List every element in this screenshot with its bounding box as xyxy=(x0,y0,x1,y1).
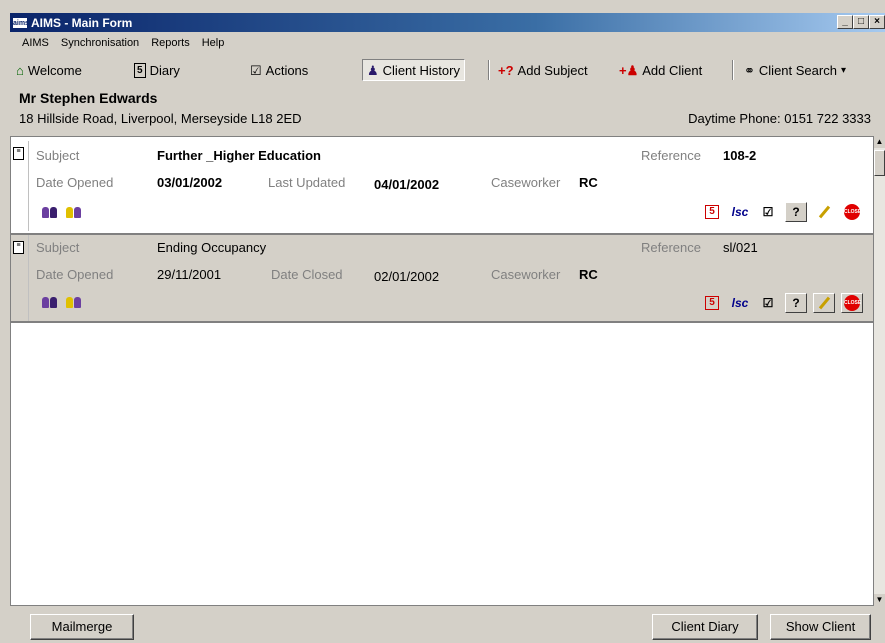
client-search-label: Client Search xyxy=(758,62,837,78)
date-opened-label: Date Opened xyxy=(36,267,114,282)
scroll-down-icon[interactable]: ▼ xyxy=(874,594,885,606)
close-icon[interactable]: CLOSE xyxy=(841,202,863,222)
menu-bar: AIMS Synchronisation Reports Help xyxy=(10,36,226,54)
reference-value: 108-2 xyxy=(723,148,757,163)
checklist-icon: ☑ xyxy=(250,62,262,78)
checklist-icon[interactable]: ☑ xyxy=(757,202,779,222)
subject-label: Subject xyxy=(36,148,80,163)
minimize-button[interactable]: _ xyxy=(837,15,853,29)
calendar-icon: 5 xyxy=(134,62,146,78)
help-button[interactable]: ? xyxy=(785,293,807,313)
record-actions: 5 lsc ☑ ? CLOSE xyxy=(701,202,863,222)
close-window-button[interactable]: × xyxy=(869,15,885,29)
subject-record[interactable]: ≡ Subject Further _Higher Education Refe… xyxy=(11,141,873,231)
binoculars-icon: ⚭ xyxy=(744,62,755,78)
window-title: AIMS - Main Form xyxy=(31,15,133,30)
menu-synchronisation[interactable]: Synchronisation xyxy=(59,36,141,54)
maximize-button[interactable]: □ xyxy=(853,15,869,29)
date-closed-value: 02/01/2002 xyxy=(374,269,440,284)
people-icons xyxy=(41,295,83,309)
toolbar-separator xyxy=(732,60,734,80)
diary-button[interactable]: 5 Diary xyxy=(130,59,184,81)
menu-reports[interactable]: Reports xyxy=(149,36,192,54)
add-client-icon: +♟ xyxy=(619,62,639,78)
dropdown-arrow-icon[interactable]: ▾ xyxy=(841,65,846,76)
record-gutter: ≡ xyxy=(11,141,29,231)
client-header: Mr Stephen Edwards 18 Hillside Road, Liv… xyxy=(10,86,885,132)
people-icon[interactable] xyxy=(41,205,59,219)
menu-help[interactable]: Help xyxy=(200,36,227,54)
actions-label: Actions xyxy=(265,62,309,78)
client-name: Mr Stephen Edwards xyxy=(19,90,158,106)
pencil-icon[interactable] xyxy=(813,202,835,222)
date-opened-value: 03/01/2002 xyxy=(157,175,223,190)
record-actions: 5 lsc ☑ ? CLOSE xyxy=(701,293,863,313)
reference-value: sl/021 xyxy=(723,240,758,255)
people-icon[interactable] xyxy=(65,295,83,309)
caseworker-value: RC xyxy=(579,175,598,190)
toolbar-separator xyxy=(488,60,490,80)
subject-value: Ending Occupancy xyxy=(157,240,267,255)
date-opened-value: 29/11/2001 xyxy=(157,267,222,282)
caseworker-value: RC xyxy=(579,267,598,282)
help-button[interactable]: ? xyxy=(785,202,807,222)
add-subject-icon: +? xyxy=(498,62,514,78)
edit-button[interactable] xyxy=(813,293,835,313)
client-search-button[interactable]: ⚭ Client Search ▾ xyxy=(740,59,850,81)
menu-aims[interactable]: AIMS xyxy=(20,36,51,54)
caseworker-label: Caseworker xyxy=(491,175,561,190)
client-diary-button[interactable]: Client Diary xyxy=(652,614,758,640)
window-title-bar: aims AIMS - Main Form _ □ × xyxy=(10,13,885,32)
add-client-label: Add Client xyxy=(642,62,703,78)
main-toolbar: ⌂ Welcome 5 Diary ☑ Actions ♟ Client His… xyxy=(10,57,885,82)
add-diary-icon[interactable]: 5 xyxy=(701,293,723,313)
people-icons xyxy=(41,205,83,219)
subject-list: ≡ Subject Further _Higher Education Refe… xyxy=(10,136,874,606)
client-address: 18 Hillside Road, Liverpool, Merseyside … xyxy=(19,111,302,126)
checklist-icon[interactable]: ☑ xyxy=(757,293,779,313)
home-icon: ⌂ xyxy=(16,62,24,78)
lsc-icon[interactable]: lsc xyxy=(729,293,751,313)
lsc-icon[interactable]: lsc xyxy=(729,202,751,222)
welcome-button[interactable]: ⌂ Welcome xyxy=(12,59,86,81)
client-history-label: Client History xyxy=(382,62,460,78)
client-phone: Daytime Phone: 0151 722 3333 xyxy=(688,111,871,126)
add-diary-icon[interactable]: 5 xyxy=(701,202,723,222)
add-subject-label: Add Subject xyxy=(517,62,588,78)
reference-label: Reference xyxy=(641,148,701,163)
people-icon[interactable] xyxy=(65,205,83,219)
people-icon[interactable] xyxy=(41,295,59,309)
subject-record[interactable]: ≡ Subject Ending Occupancy Reference sl/… xyxy=(11,233,873,323)
scroll-up-icon[interactable]: ▲ xyxy=(874,136,885,148)
aims-app-icon: aims xyxy=(12,16,29,29)
date-closed-label: Date Closed xyxy=(271,267,343,282)
document-icon: ≡ xyxy=(13,147,24,160)
date-opened-label: Date Opened xyxy=(36,175,114,190)
close-button[interactable]: CLOSE xyxy=(841,293,863,313)
last-updated-label: Last Updated xyxy=(268,175,346,190)
last-updated-value: 04/01/2002 xyxy=(374,177,440,192)
client-history-icon: ♟ xyxy=(367,62,379,78)
show-client-button[interactable]: Show Client xyxy=(770,614,871,640)
welcome-label: Welcome xyxy=(27,62,82,78)
caseworker-label: Caseworker xyxy=(491,267,561,282)
vertical-scrollbar[interactable]: ▲ ▼ xyxy=(874,136,885,606)
mailmerge-button[interactable]: Mailmerge xyxy=(30,614,134,640)
document-icon: ≡ xyxy=(13,241,24,254)
subject-value: Further _Higher Education xyxy=(157,148,321,163)
subject-label: Subject xyxy=(36,240,80,255)
add-subject-button[interactable]: +? Add Subject xyxy=(494,59,592,81)
reference-label: Reference xyxy=(641,240,701,255)
add-client-button[interactable]: +♟ Add Client xyxy=(615,59,706,81)
client-history-button[interactable]: ♟ Client History xyxy=(362,59,465,81)
scroll-thumb[interactable] xyxy=(874,150,885,176)
record-gutter: ≡ xyxy=(11,235,29,321)
actions-button[interactable]: ☑ Actions xyxy=(246,59,312,81)
diary-label: Diary xyxy=(149,62,180,78)
